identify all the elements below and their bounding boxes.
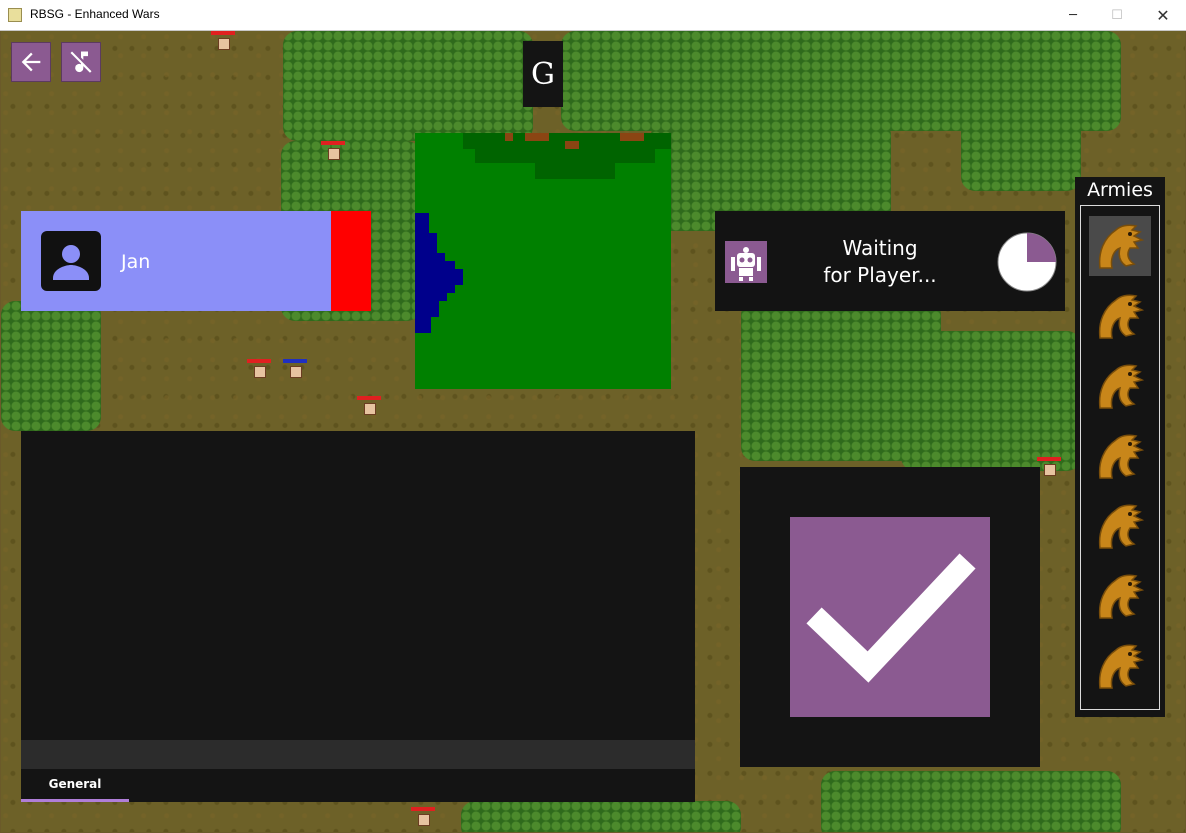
forest (961, 71, 1081, 191)
game-badge: G (523, 41, 563, 107)
chat-panel: General (21, 431, 695, 802)
forest (461, 801, 741, 832)
army-item[interactable] (1089, 356, 1151, 416)
army-item[interactable] (1089, 286, 1151, 346)
app-icon (8, 8, 22, 22)
dragon-icon (1098, 644, 1145, 689)
army-item[interactable] (1089, 216, 1151, 276)
minimap-terrain (415, 133, 671, 333)
enemy-unit[interactable] (411, 807, 435, 827)
robot-icon (731, 247, 761, 281)
forest (901, 331, 1081, 471)
enemy-unit[interactable] (321, 141, 345, 161)
forest (1, 301, 101, 431)
person-icon (53, 245, 89, 280)
army-item[interactable] (1089, 426, 1151, 486)
enemy-unit[interactable] (357, 396, 381, 416)
army-item[interactable] (1089, 636, 1151, 696)
dragon-icon (1098, 224, 1145, 269)
checkmark-icon (806, 553, 976, 683)
minimize-button[interactable]: ─ (1050, 0, 1096, 30)
tab-label: General (48, 777, 102, 791)
army-item[interactable] (1089, 496, 1151, 556)
enemy-unit[interactable] (247, 359, 271, 379)
turn-status-panel: Waiting for Player... (715, 211, 1065, 311)
enemy-unit[interactable] (211, 31, 235, 51)
turn-timer (997, 232, 1057, 292)
tab-general[interactable]: General (21, 769, 129, 802)
ready-button[interactable] (790, 517, 990, 717)
window-title: RBSG - Enhanced Wars (30, 7, 160, 21)
minimap[interactable] (415, 133, 671, 389)
enemy-unit[interactable] (1037, 457, 1061, 477)
music-off-icon (70, 51, 92, 73)
army-list (1080, 205, 1160, 710)
window-titlebar: RBSG - Enhanced Wars ─ ☐ ✕ (0, 0, 1186, 31)
dragon-icon (1098, 434, 1145, 479)
player-color-indicator (331, 211, 371, 311)
arrow-left-icon (21, 52, 41, 72)
forest (821, 771, 1121, 832)
robot-badge (725, 241, 767, 283)
close-button[interactable]: ✕ (1140, 0, 1186, 30)
dragon-icon (1098, 364, 1145, 409)
armies-title: Armies (1087, 179, 1153, 201)
waiting-message: Waiting for Player... (823, 236, 937, 287)
player-unit[interactable] (283, 359, 307, 379)
music-toggle-button[interactable] (61, 42, 101, 82)
back-button[interactable] (11, 42, 51, 82)
ready-panel (740, 467, 1040, 767)
player-card: Jan (21, 211, 371, 311)
dragon-icon (1098, 504, 1145, 549)
active-tab-indicator (21, 799, 129, 802)
maximize-button[interactable]: ☐ (1094, 0, 1140, 30)
chat-input[interactable] (21, 740, 695, 769)
dragon-icon (1098, 294, 1145, 339)
timer-progress (1027, 233, 1056, 262)
player-name: Jan (121, 251, 151, 273)
army-item[interactable] (1089, 566, 1151, 626)
dragon-icon (1098, 574, 1145, 619)
armies-panel: Armies (1075, 177, 1165, 717)
avatar (41, 231, 101, 291)
forest (283, 31, 533, 141)
